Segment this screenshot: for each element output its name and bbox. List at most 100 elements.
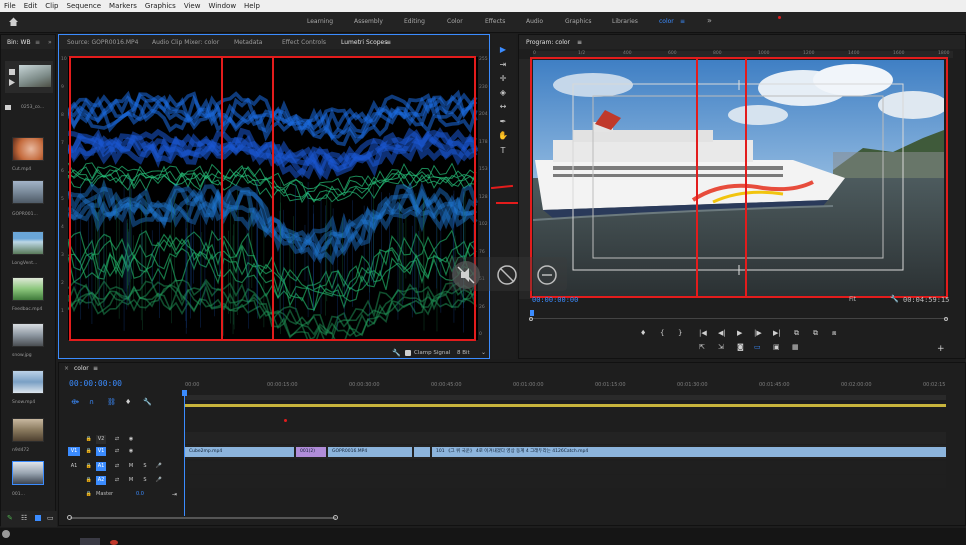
project-item-thumb[interactable] [12, 277, 44, 301]
clamp-signal-checkbox[interactable] [405, 350, 411, 356]
menu-clip[interactable]: Clip [41, 0, 62, 12]
eye-icon[interactable]: ◉ [126, 435, 136, 444]
menu-sequence[interactable]: Sequence [63, 0, 106, 12]
track-v2[interactable] [185, 432, 946, 444]
sequence-menu-icon[interactable]: ≡ [93, 365, 98, 372]
timeline-scrollbar[interactable] [70, 517, 336, 519]
wrench-icon[interactable]: 🔧 [392, 349, 401, 357]
nest-icon[interactable]: ⟴ [71, 398, 79, 406]
master-volume-value[interactable]: 0.0 [136, 490, 144, 499]
workspace-menu-icon[interactable]: ≡ [680, 18, 685, 25]
workspace-learning[interactable]: Learning [307, 18, 333, 25]
chevron-down-icon[interactable]: ⌄ [481, 349, 486, 356]
selection-tool-icon[interactable]: ▶ [498, 45, 508, 55]
taskbar-app-icon[interactable] [2, 530, 10, 538]
project-item-thumb[interactable] [12, 231, 44, 255]
program-timecode[interactable]: 00:00:00:00 [532, 296, 578, 304]
project-bin-title[interactable]: Bin: WB [7, 39, 31, 46]
workspace-color-custom[interactable]: color [659, 18, 674, 25]
panel-more-icon[interactable]: » [48, 39, 52, 46]
track-a2[interactable] [185, 475, 946, 488]
track-a1[interactable] [185, 461, 946, 474]
panel-menu-icon[interactable]: ≡ [35, 39, 40, 46]
timeline-time-bar[interactable] [185, 395, 946, 400]
step-back-icon[interactable]: ◀| [718, 329, 726, 337]
zoom-handle-right[interactable] [944, 317, 948, 321]
extract-icon[interactable]: ⧉ [813, 329, 818, 337]
timeline-clip[interactable]: Cube2mp.mp4 [185, 447, 294, 457]
workspace-assembly[interactable]: Assembly [354, 18, 383, 25]
play-button-icon[interactable]: ▶ [737, 329, 742, 337]
play-icon[interactable] [9, 79, 15, 86]
insert-icon[interactable]: ⇲ [718, 343, 724, 351]
go-to-out-icon[interactable]: ▶| [773, 329, 781, 337]
more-workspaces-icon[interactable]: » [707, 16, 712, 25]
track-label-a1[interactable]: A1 [96, 462, 106, 471]
tab-metadata[interactable]: Metadata [234, 39, 262, 46]
timeline-timecode[interactable]: 00:00:00:00 [69, 379, 122, 388]
bit-depth-select[interactable]: 8 Bit [457, 350, 470, 356]
go-to-end-icon[interactable]: ⇥ [172, 490, 177, 499]
track-label-v2[interactable]: V2 [96, 435, 106, 444]
safe-margins-icon[interactable]: ▭ [754, 343, 761, 351]
project-item-thumb[interactable] [12, 418, 44, 442]
workspace-effects[interactable]: Effects [485, 18, 505, 25]
menu-markers[interactable]: Markers [105, 0, 141, 12]
mark-out-icon[interactable]: } [678, 329, 682, 337]
menu-file[interactable]: File [0, 0, 20, 12]
hand-tool-icon[interactable]: ✋ [498, 131, 508, 141]
timeline-settings-icon[interactable]: 🔧 [143, 398, 152, 406]
settings-wrench-icon[interactable]: 🔧 [890, 295, 899, 303]
button-editor-plus-icon[interactable]: + [937, 345, 945, 354]
solo-s-icon[interactable]: S [140, 462, 150, 471]
slip-tool-icon[interactable]: ↔ [498, 102, 508, 112]
tab-lumetri-scopes[interactable]: Lumetri Scopes [341, 39, 387, 46]
sync-lock-icon[interactable]: ⇄ [112, 435, 122, 444]
timeline-marker-icon[interactable]: ♦ [125, 398, 131, 406]
menu-graphics[interactable]: Graphics [141, 0, 180, 12]
multi-camera-icon[interactable]: ▦ [792, 343, 799, 351]
ban-icon[interactable] [492, 260, 522, 290]
fit-select[interactable]: Fit [849, 296, 856, 303]
pen-tool-icon[interactable]: ✒ [498, 117, 508, 127]
tab-source[interactable]: Source: GOPR0016.MP4 [67, 39, 138, 46]
track-label-a2[interactable]: A2 [96, 476, 106, 485]
solo-s-icon[interactable]: S [140, 476, 150, 485]
timeline-clip[interactable] [414, 447, 430, 457]
list-view-icon[interactable]: ☷ [21, 514, 27, 522]
source-patch-v1[interactable]: V1 [68, 447, 80, 456]
go-to-in-icon[interactable]: |◀ [699, 329, 707, 337]
track-label-v1[interactable]: V1 [96, 447, 106, 456]
project-item-thumb[interactable] [12, 137, 44, 161]
program-playhead[interactable] [530, 310, 534, 316]
linked-selection-icon[interactable]: ⛓ [107, 398, 116, 406]
lock-icon[interactable]: 🔒 [84, 462, 94, 471]
program-menu-icon[interactable]: ≡ [577, 39, 582, 46]
camera-snapshot-icon[interactable]: ◙ [737, 343, 744, 351]
lock-icon[interactable]: 🔒 [84, 476, 94, 485]
pencil-icon[interactable]: ✎ [7, 514, 13, 522]
icon-view-icon[interactable] [35, 515, 41, 521]
workspace-editing[interactable]: Editing [404, 18, 425, 25]
work-area-bar[interactable] [185, 404, 946, 407]
lift-icon[interactable]: ⧉ [794, 329, 799, 337]
zoom-handle-left[interactable] [529, 317, 533, 321]
tab-menu-icon[interactable]: ≡ [386, 39, 391, 46]
lock-icon[interactable]: 🔒 [84, 447, 94, 456]
project-item-thumb[interactable] [12, 370, 44, 394]
track-select-tool-icon[interactable]: ⇥ [498, 60, 508, 70]
workspace-graphics[interactable]: Graphics [565, 18, 592, 25]
microphone-icon[interactable]: 🎤 [154, 462, 164, 471]
eye-icon[interactable]: ◉ [126, 447, 136, 456]
project-item-thumb[interactable] [12, 323, 44, 347]
snap-magnet-icon[interactable]: ∩ [89, 398, 94, 406]
tab-effect-controls[interactable]: Effect Controls [282, 39, 326, 46]
lock-icon[interactable]: 🔒 [84, 435, 94, 444]
home-icon[interactable] [8, 16, 19, 27]
timeline-scroll-handle-right[interactable] [333, 515, 338, 520]
mute-m-icon[interactable]: M [126, 476, 136, 485]
microphone-icon[interactable]: 🎤 [154, 476, 164, 485]
program-title[interactable]: Program: color [526, 39, 570, 46]
mute-icon[interactable] [451, 260, 481, 290]
taskbar-app-icon[interactable] [110, 540, 118, 545]
